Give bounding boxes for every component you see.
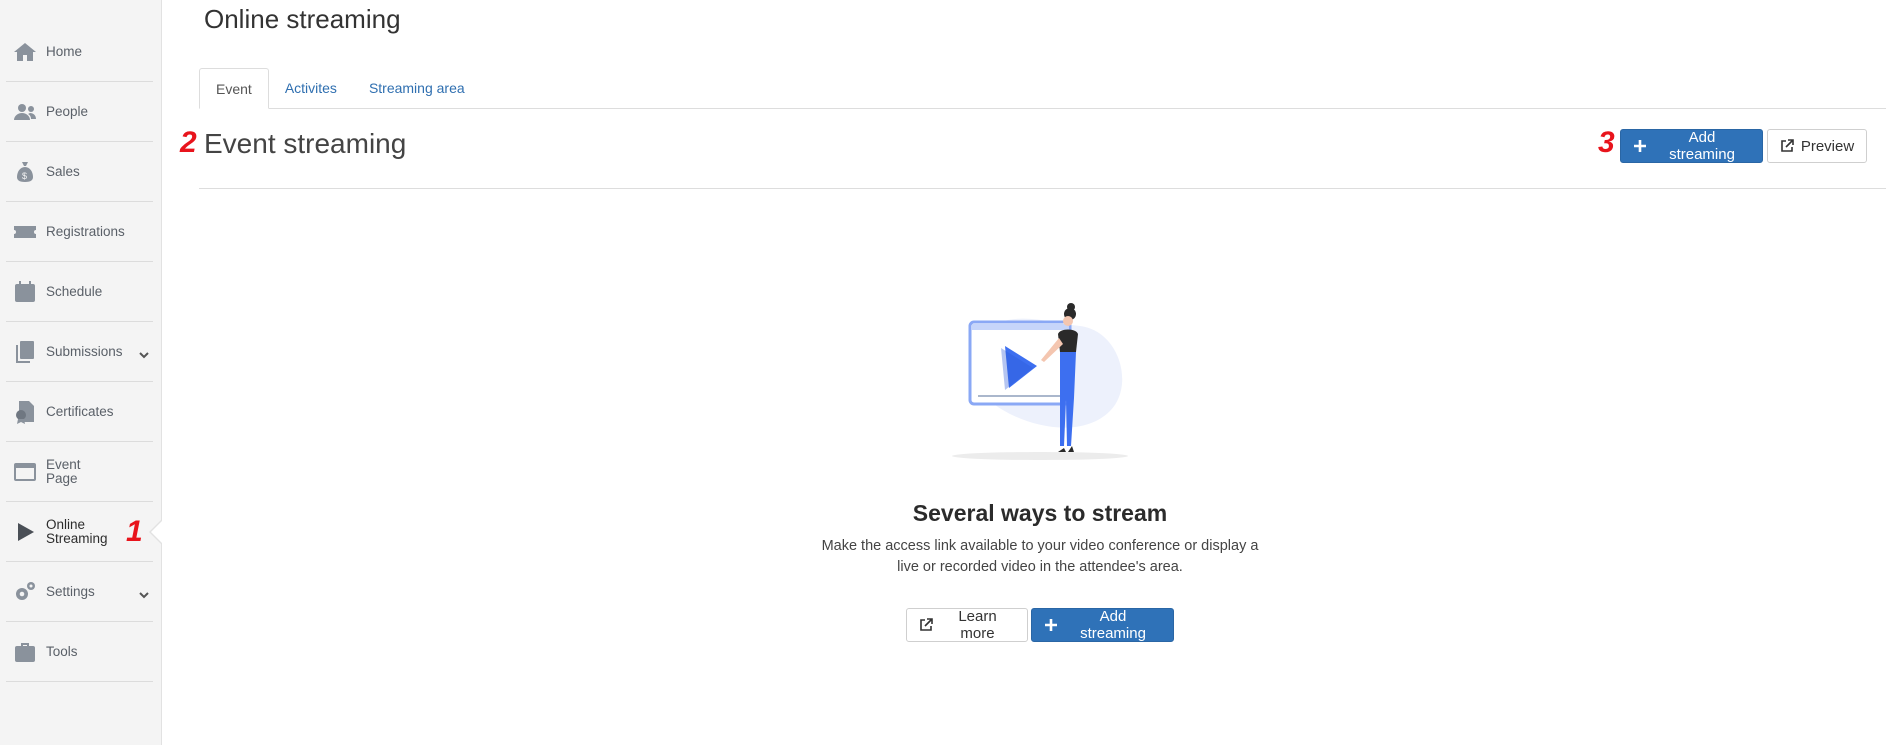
sidebar-item-label: Settings: [46, 583, 95, 599]
page-title: Online streaming: [204, 4, 401, 34]
preview-label: Preview: [1800, 137, 1855, 155]
tab-bar: Event Activites Streaming area: [199, 68, 1886, 109]
svg-text:$: $: [22, 171, 27, 181]
empty-state-title: Several ways to stream: [912, 500, 1168, 526]
sidebar-item-certificates[interactable]: Certificates: [6, 382, 153, 442]
sidebar: Home People $ Sales Registrations Schedu…: [0, 0, 162, 745]
home-icon: [12, 39, 38, 65]
external-link-icon: [1780, 139, 1794, 153]
sidebar-item-label-line2: Page: [46, 470, 78, 486]
sidebar-nav: Home People $ Sales Registrations Schedu…: [0, 22, 162, 682]
plus-icon: [1633, 139, 1647, 153]
sidebar-item-label: Sales: [46, 163, 80, 179]
sidebar-item-label: Certificates: [46, 403, 114, 419]
sidebar-item-label-line2: Streaming: [46, 530, 108, 546]
plus-icon: [1044, 618, 1058, 632]
sidebar-item-label: Schedule: [46, 283, 103, 299]
tab-streaming-area[interactable]: Streaming area: [353, 68, 481, 108]
calendar-icon: [12, 279, 38, 305]
sidebar-item-tools[interactable]: Tools: [6, 622, 153, 682]
certificate-icon: [12, 399, 38, 425]
section-divider: [199, 188, 1886, 189]
sidebar-item-schedule[interactable]: Schedule: [6, 262, 153, 322]
ticket-icon: [12, 219, 38, 245]
browser-window-icon: [12, 459, 38, 485]
sidebar-item-label: Home: [46, 43, 83, 59]
add-streaming-label: Add streaming: [1080, 608, 1146, 642]
people-icon: [12, 99, 38, 125]
sidebar-item-sales[interactable]: $ Sales: [6, 142, 153, 202]
learn-more-label: Learn more: [958, 608, 997, 642]
add-streaming-button[interactable]: Add streaming: [1620, 129, 1763, 163]
learn-more-button[interactable]: Learn more: [906, 608, 1028, 642]
sidebar-item-label: People: [46, 103, 89, 119]
sidebar-item-label: Tools: [46, 643, 78, 659]
documents-icon: [12, 339, 38, 365]
add-streaming-label: Add streaming: [1669, 129, 1735, 163]
gears-icon: [12, 579, 38, 605]
sidebar-item-settings[interactable]: Settings: [6, 562, 153, 622]
streaming-illustration: [952, 303, 1128, 460]
toolbox-icon: [12, 639, 38, 665]
sidebar-item-submissions[interactable]: Submissions: [6, 322, 153, 382]
preview-button[interactable]: Preview: [1767, 129, 1867, 163]
section-title: Event streaming: [204, 128, 407, 159]
empty-state-description: Make the access link available to your v…: [821, 538, 1259, 575]
empty-add-streaming-button[interactable]: Add streaming: [1031, 608, 1174, 642]
annotation-marker-2: 2: [180, 126, 197, 159]
sidebar-item-label: Event Page: [46, 456, 81, 486]
external-link-icon: [919, 618, 933, 632]
chevron-down-icon[interactable]: [139, 587, 149, 598]
annotation-marker-3: 3: [1598, 126, 1615, 159]
tab-event[interactable]: Event: [199, 68, 269, 109]
money-bag-icon: $: [12, 159, 38, 185]
chevron-down-icon[interactable]: [139, 347, 149, 358]
sidebar-item-label: Submissions: [46, 343, 123, 359]
sidebar-item-label-line1: Event: [46, 456, 81, 472]
sidebar-item-registrations[interactable]: Registrations: [6, 202, 153, 262]
sidebar-item-label: Registrations: [46, 223, 125, 239]
sidebar-item-event-page[interactable]: Event Page: [6, 442, 153, 502]
sidebar-item-people[interactable]: People: [6, 82, 153, 142]
tab-activites[interactable]: Activites: [269, 68, 353, 108]
sidebar-item-home[interactable]: Home: [6, 22, 153, 82]
